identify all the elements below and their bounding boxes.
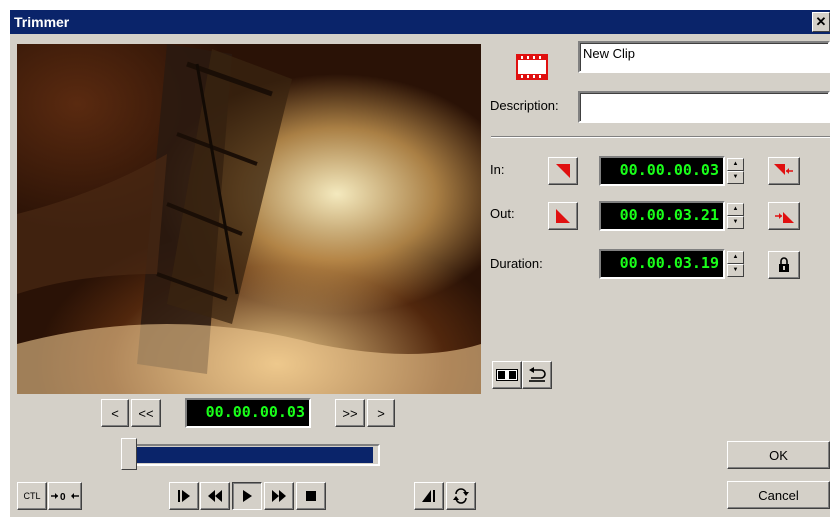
- spin-down-icon[interactable]: ▼: [727, 216, 744, 229]
- close-button[interactable]: ✕: [812, 12, 830, 32]
- in-timecode-field[interactable]: 00.00.00.03: [599, 156, 725, 186]
- out-spinner[interactable]: ▲ ▼: [727, 203, 744, 229]
- svg-text:0: 0: [60, 492, 66, 502]
- title-bar: Trimmer ✕: [10, 10, 830, 34]
- fast-forward-icon: [272, 490, 286, 502]
- goto-in-button[interactable]: [768, 157, 800, 185]
- ctl-label: CTL: [23, 491, 41, 501]
- split-clip-button[interactable]: [492, 361, 522, 389]
- fast-forward-button[interactable]: [264, 482, 294, 510]
- duration-spinner[interactable]: ▲ ▼: [727, 251, 744, 277]
- position-slider-thumb[interactable]: [121, 438, 137, 470]
- description-label: Description:: [490, 98, 559, 113]
- current-timecode-field[interactable]: 00.00.00.03: [185, 398, 311, 428]
- mark-in-icon: [556, 164, 570, 178]
- undo-button[interactable]: [522, 361, 552, 389]
- play-to-out-icon: [422, 490, 435, 502]
- mark-out-button[interactable]: [548, 202, 578, 230]
- play-to-out-button[interactable]: [414, 482, 444, 510]
- cancel-label: Cancel: [758, 487, 799, 503]
- next-frame-button[interactable]: >: [367, 399, 395, 427]
- stop-icon: [306, 491, 316, 501]
- prev-fast-button[interactable]: <<: [131, 399, 161, 427]
- in-label: In:: [490, 162, 505, 177]
- spin-up-icon[interactable]: ▲: [727, 158, 744, 171]
- ctl-button[interactable]: CTL: [17, 482, 47, 510]
- spin-down-icon[interactable]: ▼: [727, 264, 744, 277]
- zero-counter-icon: 0: [51, 492, 79, 502]
- goto-in-icon: [774, 164, 793, 175]
- play-button[interactable]: [232, 482, 262, 510]
- video-preview: [17, 44, 481, 394]
- rewind-icon: [208, 490, 222, 502]
- film-clip-icon: [516, 54, 548, 80]
- ok-label: OK: [769, 447, 788, 463]
- close-icon: ✕: [815, 14, 827, 29]
- lock-duration-button[interactable]: [768, 251, 800, 279]
- duration-label: Duration:: [490, 256, 543, 271]
- next-frame-icon: >: [377, 405, 385, 421]
- position-slider-fill: [137, 447, 373, 463]
- spin-down-icon[interactable]: ▼: [727, 171, 744, 184]
- cancel-button[interactable]: Cancel: [727, 481, 830, 509]
- description-input[interactable]: [578, 91, 830, 123]
- stop-button[interactable]: [296, 482, 326, 510]
- spin-up-icon[interactable]: ▲: [727, 251, 744, 264]
- zero-counter-button[interactable]: 0: [48, 482, 82, 510]
- next-fast-button[interactable]: >>: [335, 399, 365, 427]
- step-forward-button[interactable]: [169, 482, 199, 510]
- trimmer-window: Trimmer ✕ New Clip Description: In: 00.0…: [10, 10, 830, 517]
- prev-frame-button[interactable]: <: [101, 399, 129, 427]
- spin-up-icon[interactable]: ▲: [727, 203, 744, 216]
- mark-out-icon: [556, 209, 570, 223]
- out-timecode-field[interactable]: 00.00.03.21: [599, 201, 725, 231]
- play-icon: [243, 490, 252, 502]
- window-title: Trimmer: [14, 14, 70, 30]
- out-label: Out:: [490, 206, 515, 221]
- goto-out-button[interactable]: [768, 202, 800, 230]
- in-spinner[interactable]: ▲ ▼: [727, 158, 744, 184]
- undo-icon: [529, 367, 546, 382]
- goto-out-icon: [775, 212, 794, 223]
- duration-timecode-field[interactable]: 00.00.03.19: [599, 249, 725, 279]
- prev-frame-icon: <: [111, 405, 119, 421]
- ok-button[interactable]: OK: [727, 441, 830, 469]
- lock-icon: [779, 257, 789, 272]
- rewind-step-icon: <<: [138, 405, 154, 421]
- rewind-button[interactable]: [200, 482, 230, 510]
- split-clip-icon: [496, 369, 518, 381]
- clip-name-input[interactable]: New Clip: [578, 41, 830, 73]
- loop-button[interactable]: [446, 482, 476, 510]
- mark-in-button[interactable]: [548, 157, 578, 185]
- separator: [491, 136, 830, 138]
- loop-icon: [453, 488, 469, 504]
- video-frame-image: [17, 44, 481, 394]
- forward-step-icon: >>: [342, 405, 358, 421]
- step-forward-icon: [178, 490, 190, 502]
